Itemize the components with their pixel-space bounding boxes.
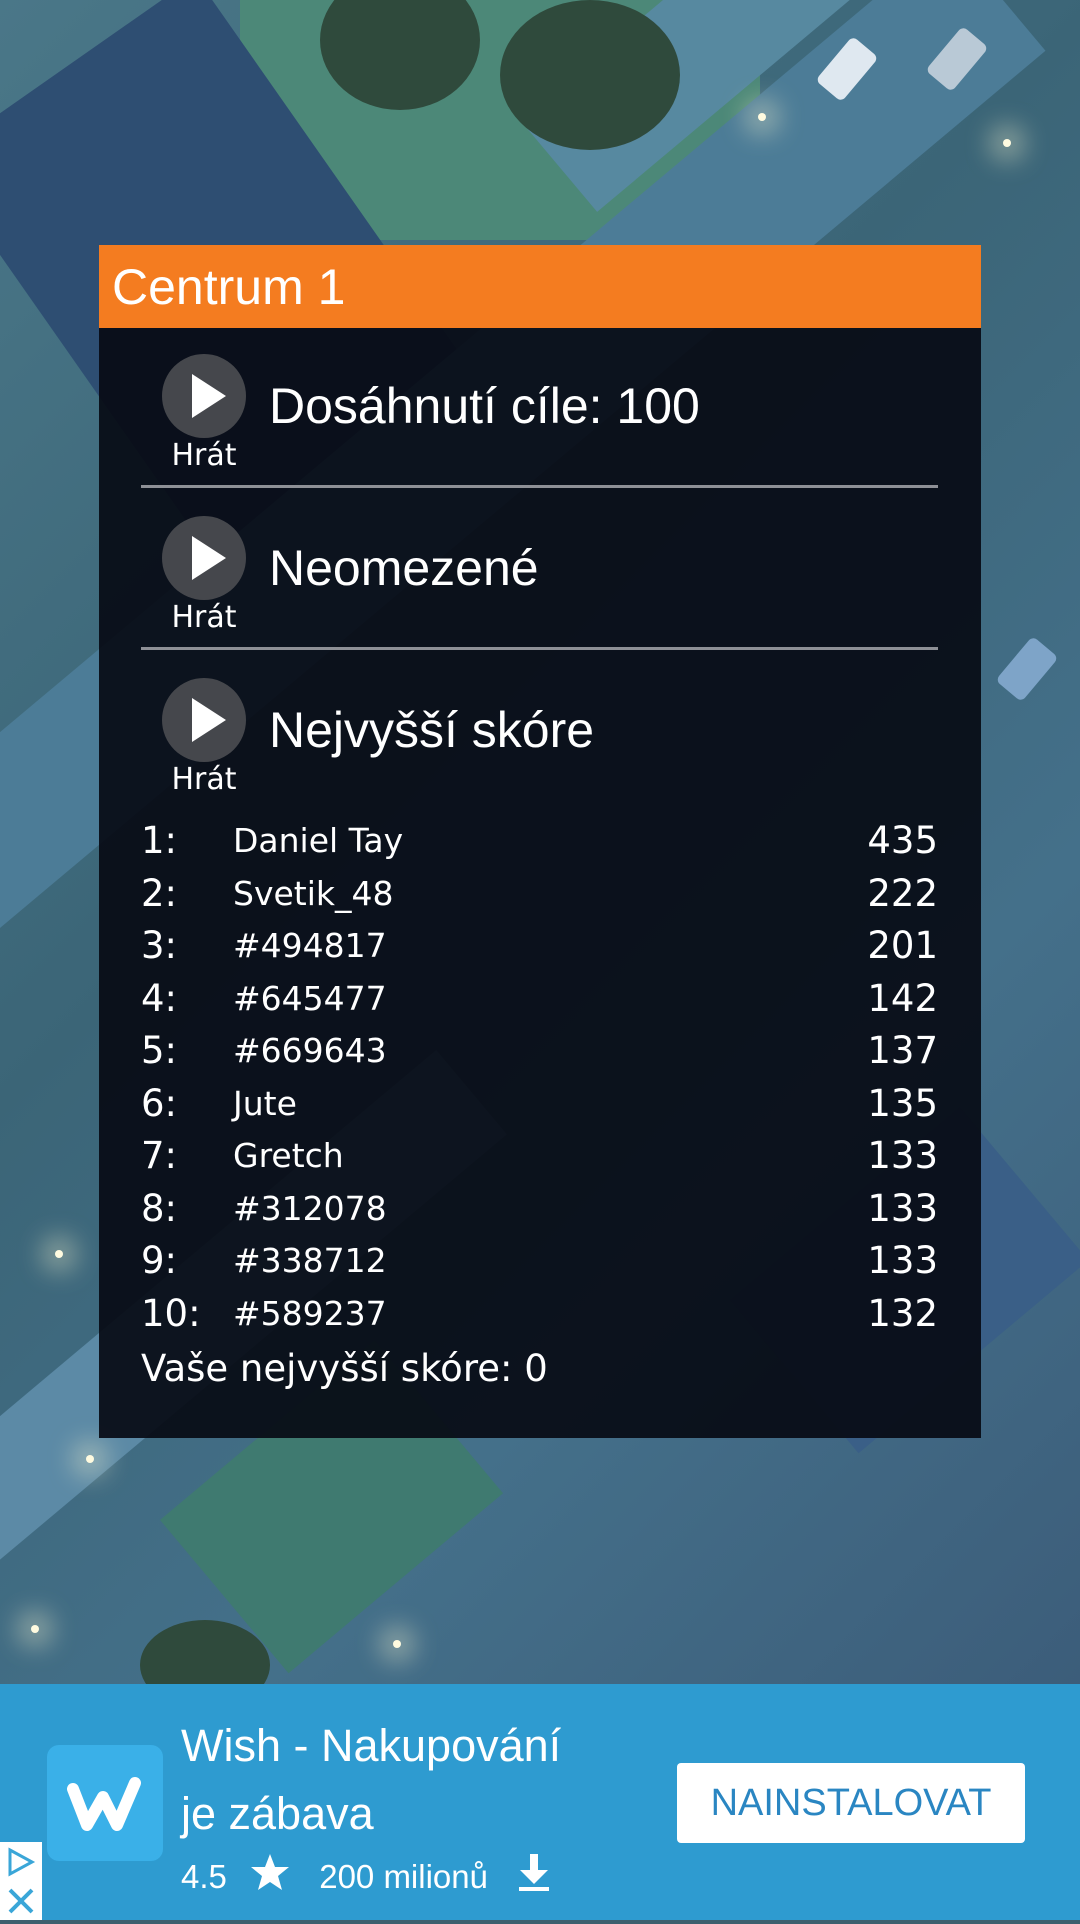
rank: 9:: [141, 1239, 178, 1282]
leaderboard-row: 5: #669643 137: [141, 1025, 938, 1078]
play-button-target[interactable]: [162, 354, 246, 438]
ad-title[interactable]: Wish - Nakupování je zábava: [181, 1712, 661, 1848]
rank: 7:: [141, 1134, 178, 1177]
mode-row-unlimited[interactable]: Hrát Neomezené: [99, 516, 981, 666]
street-lamp: [1003, 139, 1011, 147]
player-name: #589237: [233, 1293, 387, 1333]
mode-label-highscore[interactable]: Nejvyšší skóre: [269, 700, 594, 760]
ad-rating: 4.5: [181, 1857, 227, 1895]
your-best-score: Vaše nejvyšší skóre: 0: [141, 1347, 548, 1390]
street-lamp: [55, 1250, 63, 1258]
player-score: 133: [867, 1134, 938, 1177]
player-score: 435: [867, 819, 938, 862]
play-caption: Hrát: [171, 762, 237, 797]
rank: 6:: [141, 1081, 178, 1125]
mode-row-highscore[interactable]: Hrát Nejvyšší skóre: [99, 678, 981, 828]
player-score: 137: [867, 1029, 938, 1072]
wish-logo-icon[interactable]: [47, 1745, 163, 1861]
player-name: Gretch: [233, 1136, 344, 1175]
leaderboard-row: 4: #645477 142: [141, 973, 938, 1026]
leaderboard-row: 10: #589237 132: [141, 1288, 938, 1341]
divider: [141, 647, 938, 650]
player-name: Svetik_48: [233, 873, 394, 913]
play-icon: [192, 536, 226, 580]
rank: 8:: [141, 1186, 178, 1230]
star-icon: [250, 1853, 290, 1900]
ad-title-line1: Wish - Nakupování: [181, 1720, 562, 1771]
play-caption: Hrát: [171, 600, 237, 635]
ad-banner[interactable]: Wish - Nakupování je zábava 4.5 200 mili…: [0, 1684, 1080, 1920]
rank: 10:: [141, 1291, 201, 1335]
rank: 3:: [141, 924, 178, 967]
street-lamp: [393, 1640, 401, 1648]
level-panel: Centrum 1 Hrát Dosáhnutí cíle: 100 Hrát …: [99, 245, 981, 1438]
install-button-label: NAINSTALOVAT: [710, 1782, 992, 1824]
tree: [500, 0, 680, 150]
leaderboard-row: 7: Gretch 133: [141, 1130, 938, 1183]
street-lamp: [86, 1455, 94, 1463]
tree: [140, 1620, 270, 1684]
rank: 1:: [141, 819, 178, 862]
leaderboard-row: 6: Jute 135: [141, 1078, 938, 1131]
install-button[interactable]: NAINSTALOVAT: [677, 1763, 1025, 1843]
street-lamp: [758, 113, 766, 121]
leaderboard-row: 2: Svetik_48 222: [141, 868, 938, 921]
player-name: #645477: [233, 978, 387, 1018]
player-name: #338712: [233, 1241, 387, 1280]
leaderboard-row: 3: #494817 201: [141, 920, 938, 973]
player-score: 135: [867, 1081, 938, 1125]
level-title: Centrum 1: [112, 259, 346, 315]
play-caption: Hrát: [171, 438, 237, 473]
ad-meta: 4.5 200 milionů: [181, 1852, 551, 1901]
player-score: 133: [867, 1239, 938, 1282]
download-icon: [517, 1852, 551, 1901]
leaderboard: 1: Daniel Tay 435 2: Svetik_48 222 3: #4…: [141, 815, 938, 1340]
car: [995, 635, 1059, 703]
rank: 4:: [141, 976, 178, 1020]
player-name: Daniel Tay: [233, 821, 404, 860]
player-name: Jute: [233, 1083, 297, 1123]
leaderboard-row: 1: Daniel Tay 435: [141, 815, 938, 868]
mode-label-target[interactable]: Dosáhnutí cíle: 100: [269, 376, 700, 436]
play-button-highscore[interactable]: [162, 678, 246, 762]
player-name: #494817: [233, 926, 387, 965]
divider: [141, 485, 938, 488]
ad-installs: 200 milionů: [319, 1857, 488, 1895]
leaderboard-row: 8: #312078 133: [141, 1183, 938, 1236]
play-icon: [192, 374, 226, 418]
player-name: #312078: [233, 1188, 387, 1228]
player-name: #669643: [233, 1031, 387, 1070]
rank: 5:: [141, 1029, 178, 1072]
leaderboard-row: 9: #338712 133: [141, 1235, 938, 1288]
player-score: 222: [867, 871, 938, 915]
adchoices-icon[interactable]: [0, 1842, 42, 1920]
ad-title-line2: je zábava: [181, 1788, 374, 1839]
player-score: 201: [867, 924, 938, 967]
mode-label-unlimited[interactable]: Neomezené: [269, 538, 539, 598]
mode-row-target[interactable]: Hrát Dosáhnutí cíle: 100: [99, 354, 981, 504]
rank: 2:: [141, 871, 178, 915]
player-score: 132: [867, 1291, 938, 1335]
play-icon: [192, 698, 226, 742]
panel-header: Centrum 1: [99, 245, 981, 328]
player-score: 133: [867, 1186, 938, 1230]
play-button-unlimited[interactable]: [162, 516, 246, 600]
street-lamp: [31, 1625, 39, 1633]
player-score: 142: [867, 976, 938, 1020]
